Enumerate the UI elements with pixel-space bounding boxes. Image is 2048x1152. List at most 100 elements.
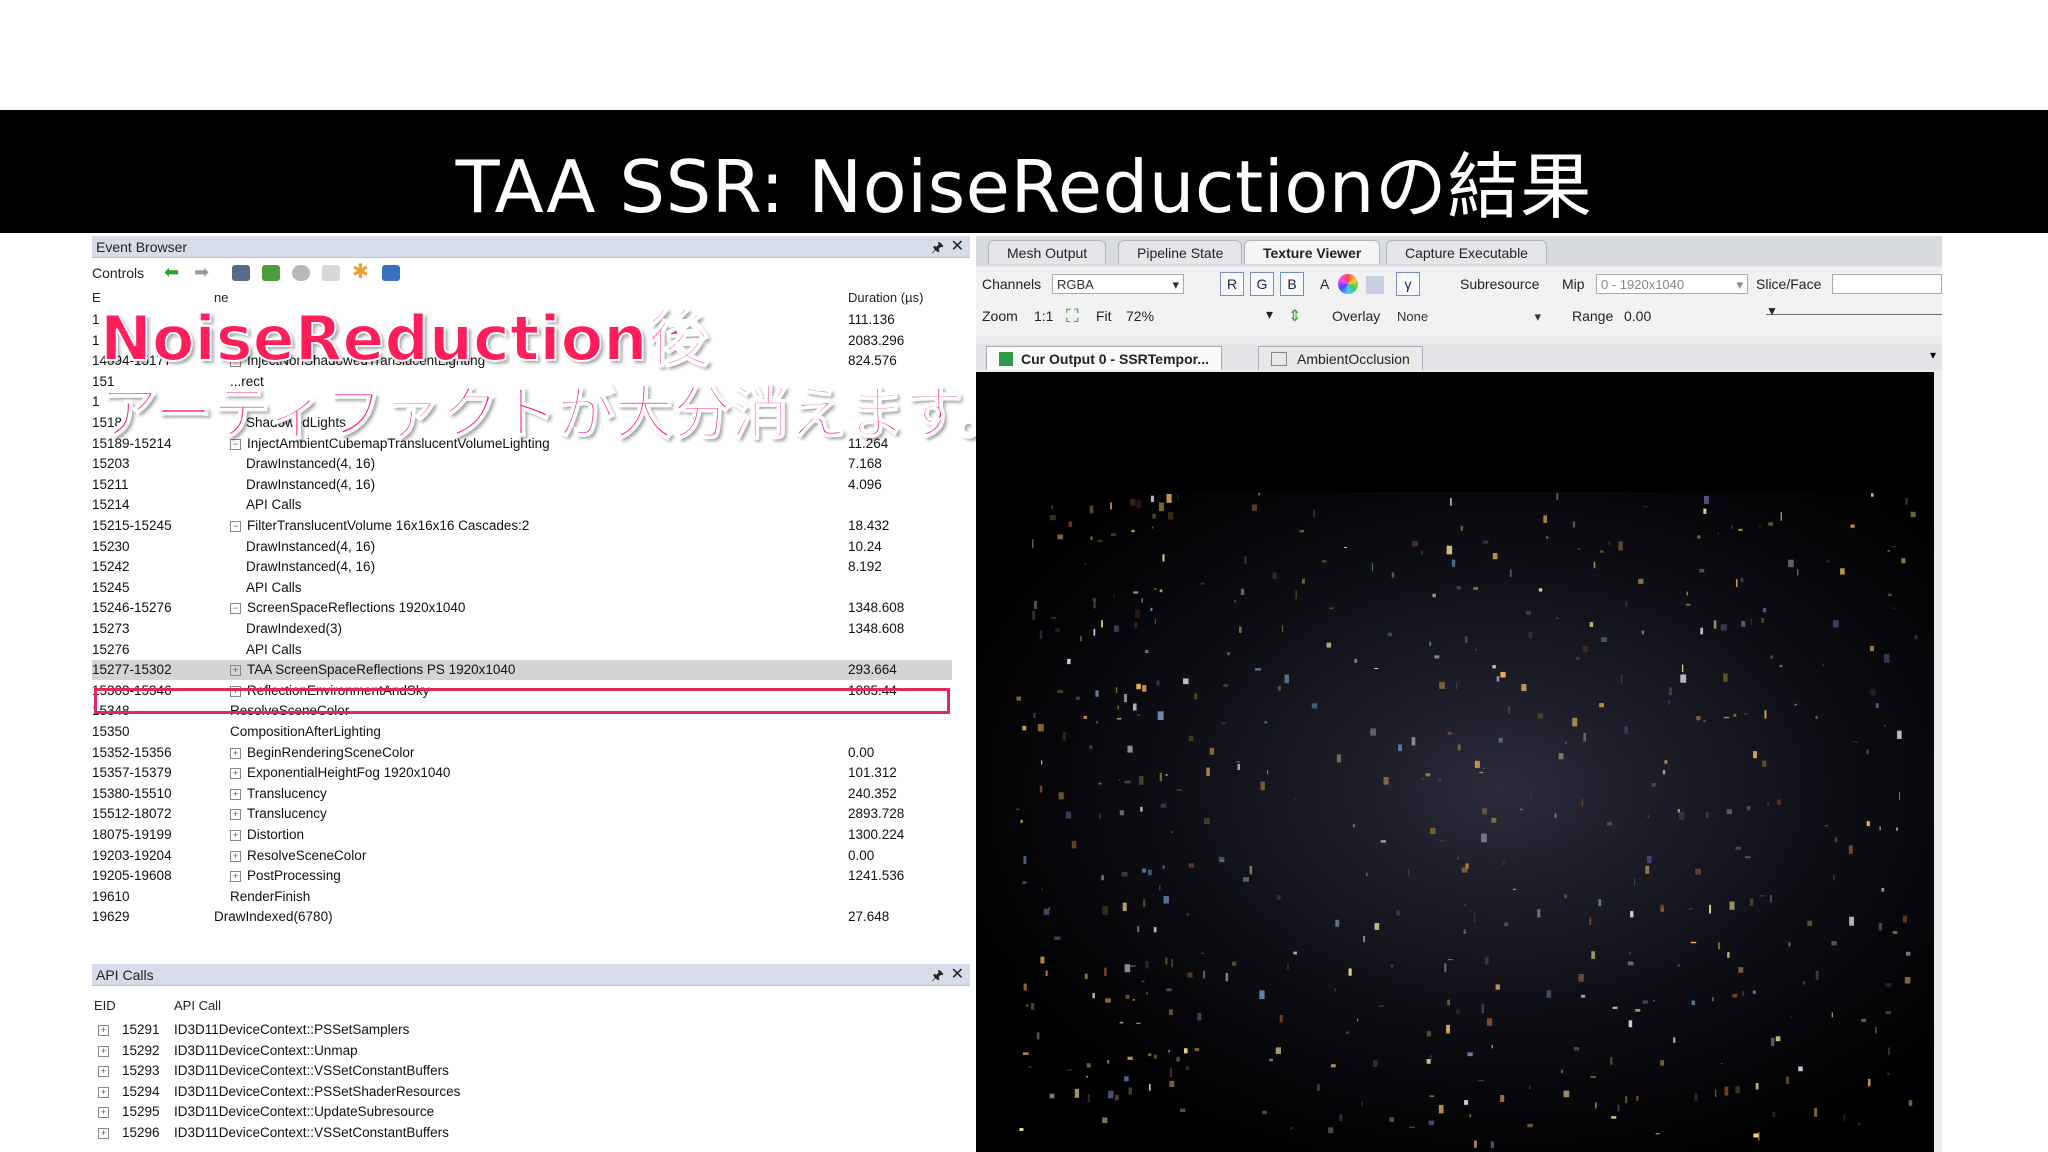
range-slider[interactable] [1766, 314, 1942, 315]
table-row[interactable]: 15203 DrawInstanced(4, 16) 7.168 [92, 454, 952, 474]
table-row[interactable]: 19203-19204 + ResolveSceneColor 0.00 [92, 846, 952, 866]
tree-expander-icon[interactable]: + [98, 1082, 115, 1102]
list-item[interactable]: +15292 ID3D11DeviceContext::Unmap [92, 1041, 952, 1061]
flip-icon[interactable]: ⇕ [1288, 306, 1301, 326]
slice-face-select[interactable] [1832, 274, 1942, 294]
list-item[interactable]: +15293 ID3D11DeviceContext::VSSetConstant… [92, 1061, 952, 1081]
checkerboard-icon[interactable] [1366, 276, 1384, 294]
tab-capture-executable[interactable]: Capture Executable [1386, 240, 1547, 264]
pin-icon[interactable]: 🖈 [931, 236, 944, 258]
table-row[interactable]: 15211 DrawInstanced(4, 16) 4.096 [92, 475, 952, 495]
gamma-button[interactable]: γ [1396, 272, 1420, 296]
find-icon[interactable] [232, 265, 250, 281]
scene-light-speck [1153, 927, 1157, 933]
channel-g-button[interactable]: G [1250, 272, 1274, 296]
texture-viewport[interactable] [976, 372, 1934, 1152]
table-row[interactable]: 15242 DrawInstanced(4, 16) 8.192 [92, 557, 952, 577]
pin-icon[interactable]: 🖈 [931, 964, 944, 986]
api-column-eid[interactable]: EID [94, 998, 116, 1013]
api-column-call[interactable]: API Call [174, 998, 221, 1013]
api-call-name: ID3D11DeviceContext::PSSetSamplers [174, 1022, 410, 1037]
table-row[interactable]: 15380-15510 + Translucency 240.352 [92, 784, 952, 804]
table-row[interactable]: 19629 DrawIndexed(6780) 27.648 [92, 907, 952, 927]
tab-texture-viewer[interactable]: Texture Viewer [1244, 240, 1381, 264]
scene-light-speck [1166, 988, 1172, 992]
tab-pipeline-state[interactable]: Pipeline State [1118, 240, 1243, 264]
close-icon[interactable]: ✕ [951, 964, 964, 986]
scene-light-speck [1481, 1004, 1485, 1014]
tree-expander-icon[interactable]: + [98, 1123, 115, 1143]
channel-r-button[interactable]: R [1220, 272, 1244, 296]
tree-expander-icon[interactable]: + [230, 850, 241, 862]
channels-select[interactable]: RGBA ▾ [1052, 274, 1184, 294]
scene-light-speck [1479, 771, 1484, 774]
close-icon[interactable]: ✕ [951, 236, 964, 258]
tree-expander-icon[interactable]: + [230, 747, 241, 759]
zoom-one-to-one-button[interactable]: 1:1 [1034, 308, 1053, 324]
save-icon[interactable] [382, 265, 400, 281]
subtab-ambient-occlusion[interactable]: AmbientOcclusion [1258, 346, 1423, 370]
table-row[interactable]: 18075-19199 + Distortion 1300.224 [92, 825, 952, 845]
scene-light-speck [1491, 1044, 1493, 1049]
color-picker-icon[interactable] [1338, 274, 1358, 294]
tree-expander-icon[interactable]: + [230, 809, 241, 821]
tree-expander-icon[interactable]: + [98, 1041, 115, 1061]
table-row[interactable]: 19610 RenderFinish [92, 887, 952, 907]
table-row[interactable]: 19205-19608 + PostProcessing 1241.536 [92, 866, 952, 886]
subtab-cur-output[interactable]: Cur Output 0 - SSRTempor... [986, 346, 1222, 370]
tree-expander-icon[interactable]: + [98, 1102, 115, 1122]
scene-light-speck [1883, 653, 1890, 663]
back-arrow-icon[interactable]: ⬅ [164, 263, 182, 281]
tree-expander-icon[interactable]: + [230, 871, 241, 883]
tree-expander-icon[interactable]: + [230, 830, 241, 841]
star-icon[interactable]: ✱ [352, 262, 370, 282]
timer-icon[interactable] [292, 265, 310, 281]
chevron-down-icon[interactable]: ▾ [1930, 348, 1936, 362]
tree-expander-icon[interactable]: + [230, 665, 241, 677]
tree-expander-icon[interactable]: − [230, 521, 241, 532]
list-item[interactable]: +15294 ID3D11DeviceContext::PSSetShaderRe… [92, 1082, 952, 1102]
forward-arrow-icon[interactable]: ➡ [194, 263, 212, 281]
table-row[interactable]: 15512-18072 + Translucency 2893.728 [92, 804, 952, 824]
tree-expander-icon[interactable]: + [230, 788, 241, 800]
scene-light-speck [1502, 860, 1505, 866]
tree-expander-icon[interactable]: + [98, 1020, 115, 1040]
scene-light-speck [1905, 497, 1908, 505]
fit-label[interactable]: Fit [1096, 308, 1112, 324]
table-row[interactable]: 15352-15356 + BeginRenderingSceneColor 0.00 [92, 743, 952, 763]
overlay-select[interactable]: None ▾ [1392, 306, 1546, 326]
list-item[interactable]: +15295 ID3D11DeviceContext::UpdateSubreso… [92, 1102, 952, 1122]
bookmark-icon[interactable] [262, 265, 280, 281]
tree-expander-icon[interactable]: − [230, 603, 241, 615]
column-duration[interactable]: Duration (µs) [848, 290, 948, 305]
event-browser-title: Event Browser [96, 239, 188, 255]
table-row[interactable]: 15350 CompositionAfterLighting [92, 722, 952, 742]
tree-expander-icon[interactable]: + [230, 768, 241, 780]
table-row[interactable]: 15276 API Calls [92, 640, 952, 660]
table-row[interactable]: 15273 DrawIndexed(3) 1348.608 [92, 619, 952, 639]
table-row[interactable]: 15245 API Calls [92, 578, 952, 598]
table-row[interactable]: 15214 API Calls [92, 495, 952, 515]
columns-icon[interactable] [322, 265, 340, 281]
table-row[interactable]: 15277-15302 + TAA ScreenSpaceReflections P… [92, 660, 952, 681]
scene-light-speck [1240, 588, 1245, 595]
selection-highlight-box [94, 688, 950, 714]
zoom-value[interactable]: 72% [1126, 308, 1154, 324]
table-row[interactable]: 15215-15245 − FilterTranslucentVolume 16x1… [92, 516, 952, 536]
list-item[interactable]: +15291 ID3D11DeviceContext::PSSetSamplers [92, 1020, 952, 1040]
tab-mesh-output[interactable]: Mesh Output [988, 240, 1107, 264]
channel-a-toggle[interactable]: A [1320, 276, 1329, 292]
table-row[interactable]: 15230 DrawInstanced(4, 16) 10.24 [92, 537, 952, 557]
list-item[interactable]: +15296 ID3D11DeviceContext::VSSetConstant… [92, 1123, 952, 1143]
table-row[interactable]: 15357-15379 + ExponentialHeightFog 1920x10… [92, 763, 952, 783]
scene-light-speck [1221, 722, 1226, 725]
fit-icon[interactable]: ⛶ [1066, 306, 1079, 327]
range-slider-handle[interactable]: ▼ [1766, 304, 1778, 318]
tree-expander-icon[interactable]: + [98, 1061, 115, 1081]
scene-light-speck [1717, 532, 1719, 535]
mip-select[interactable]: 0 - 1920x1040 ▾ [1596, 274, 1748, 294]
channel-b-button[interactable]: B [1280, 272, 1304, 296]
chevron-down-icon[interactable]: ▾ [1266, 306, 1273, 323]
table-row[interactable]: 15246-15276 − ScreenSpaceReflections 1920x… [92, 598, 952, 618]
event-name: DrawInstanced(4, 16) [246, 559, 376, 575]
